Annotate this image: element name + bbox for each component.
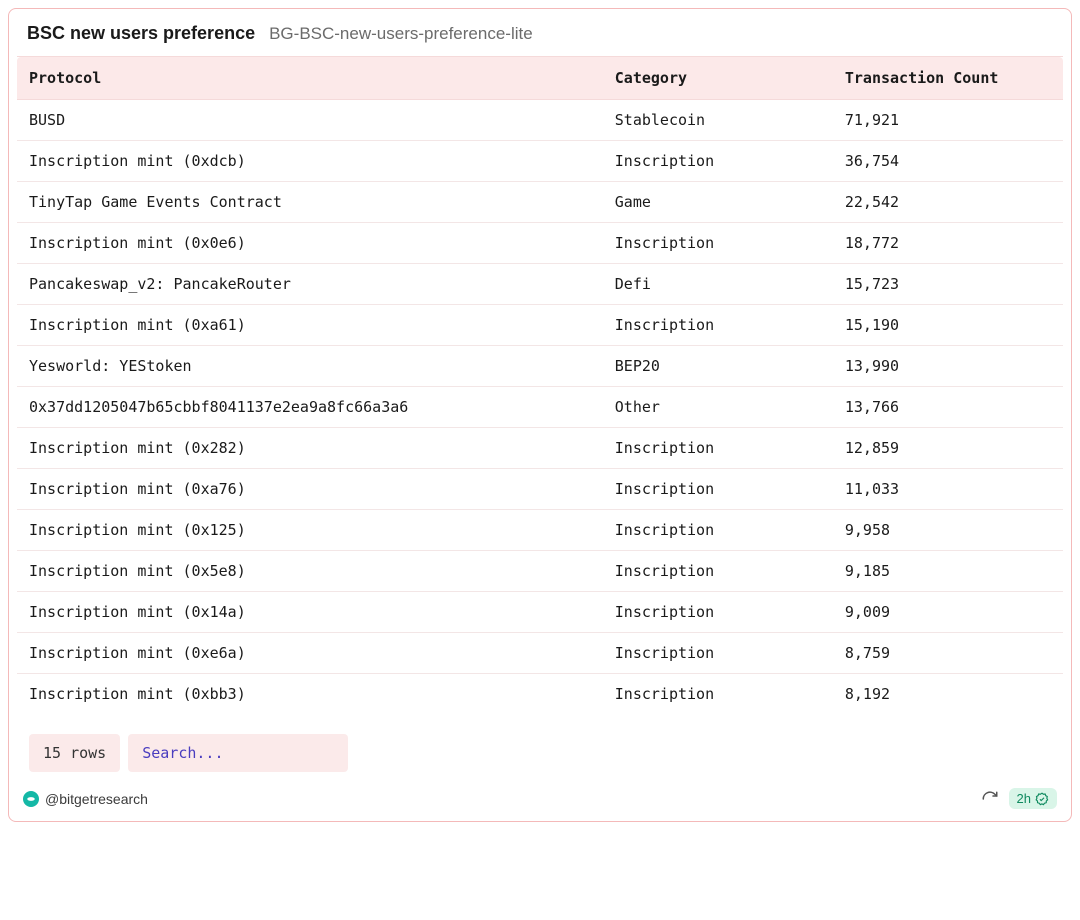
cell-count: 9,009 — [833, 592, 1063, 633]
refresh-icon[interactable] — [981, 790, 999, 808]
table-row: Inscription mint (0xa76)Inscription11,03… — [17, 469, 1063, 510]
card-header: BSC new users preference BG-BSC-new-user… — [9, 9, 1071, 56]
card-title: BSC new users preference — [27, 23, 255, 44]
cell-protocol: Inscription mint (0x282) — [17, 428, 603, 469]
cell-protocol: Pancakeswap_v2: PancakeRouter — [17, 264, 603, 305]
card-subtitle: BG-BSC-new-users-preference-lite — [269, 24, 533, 44]
cell-count: 36,754 — [833, 141, 1063, 182]
cell-count: 71,921 — [833, 100, 1063, 141]
col-header-protocol[interactable]: Protocol — [17, 57, 603, 100]
table-row: BUSDStablecoin71,921 — [17, 100, 1063, 141]
cell-category: Inscription — [603, 633, 833, 674]
cell-category: Inscription — [603, 592, 833, 633]
cell-count: 8,192 — [833, 674, 1063, 715]
col-header-count[interactable]: Transaction Count — [833, 57, 1063, 100]
cell-count: 12,859 — [833, 428, 1063, 469]
cell-count: 13,766 — [833, 387, 1063, 428]
cell-protocol: Inscription mint (0xbb3) — [17, 674, 603, 715]
search-input[interactable] — [128, 734, 348, 772]
query-card: BSC new users preference BG-BSC-new-user… — [8, 8, 1072, 822]
cell-protocol: Yesworld: YEStoken — [17, 346, 603, 387]
table-wrap: Protocol Category Transaction Count BUSD… — [9, 56, 1071, 782]
cell-protocol: Inscription mint (0xa61) — [17, 305, 603, 346]
table-row: Pancakeswap_v2: PancakeRouterDefi15,723 — [17, 264, 1063, 305]
cell-category: Inscription — [603, 469, 833, 510]
cell-category: Other — [603, 387, 833, 428]
cell-category: Defi — [603, 264, 833, 305]
cell-category: Inscription — [603, 428, 833, 469]
cell-count: 9,958 — [833, 510, 1063, 551]
table-footer: 15 rows — [17, 714, 1063, 782]
cell-category: BEP20 — [603, 346, 833, 387]
cell-protocol: Inscription mint (0xa76) — [17, 469, 603, 510]
cell-category: Inscription — [603, 223, 833, 264]
cell-protocol: 0x37dd1205047b65cbbf8041137e2ea9a8fc66a3… — [17, 387, 603, 428]
cell-protocol: Inscription mint (0xdcb) — [17, 141, 603, 182]
cell-protocol: Inscription mint (0x14a) — [17, 592, 603, 633]
table-row: Yesworld: YEStokenBEP2013,990 — [17, 346, 1063, 387]
table-row: Inscription mint (0x0e6)Inscription18,77… — [17, 223, 1063, 264]
cell-category: Inscription — [603, 141, 833, 182]
table-header-row: Protocol Category Transaction Count — [17, 57, 1063, 100]
table-row: Inscription mint (0x14a)Inscription9,009 — [17, 592, 1063, 633]
cell-count: 15,723 — [833, 264, 1063, 305]
row-count-badge: 15 rows — [29, 734, 120, 772]
table-row: 0x37dd1205047b65cbbf8041137e2ea9a8fc66a3… — [17, 387, 1063, 428]
table-row: Inscription mint (0xe6a)Inscription8,759 — [17, 633, 1063, 674]
table-row: Inscription mint (0x282)Inscription12,85… — [17, 428, 1063, 469]
cell-protocol: Inscription mint (0xe6a) — [17, 633, 603, 674]
footer-right: 2h — [981, 788, 1057, 809]
table-row: Inscription mint (0xbb3)Inscription8,192 — [17, 674, 1063, 715]
table-row: Inscription mint (0xa61)Inscription15,19… — [17, 305, 1063, 346]
cell-protocol: TinyTap Game Events Contract — [17, 182, 603, 223]
cell-count: 18,772 — [833, 223, 1063, 264]
cache-age-label: 2h — [1017, 791, 1031, 806]
cell-count: 8,759 — [833, 633, 1063, 674]
cell-protocol: Inscription mint (0x125) — [17, 510, 603, 551]
table-row: Inscription mint (0xdcb)Inscription36,75… — [17, 141, 1063, 182]
table-row: TinyTap Game Events ContractGame22,542 — [17, 182, 1063, 223]
cell-category: Game — [603, 182, 833, 223]
col-header-category[interactable]: Category — [603, 57, 833, 100]
cell-category: Stablecoin — [603, 100, 833, 141]
cell-count: 11,033 — [833, 469, 1063, 510]
cell-category: Inscription — [603, 305, 833, 346]
cell-count: 9,185 — [833, 551, 1063, 592]
cell-category: Inscription — [603, 551, 833, 592]
card-footer: @bitgetresearch 2h — [9, 782, 1071, 821]
cell-count: 15,190 — [833, 305, 1063, 346]
author-handle: @bitgetresearch — [45, 791, 148, 807]
cell-count: 22,542 — [833, 182, 1063, 223]
cell-count: 13,990 — [833, 346, 1063, 387]
cell-category: Inscription — [603, 510, 833, 551]
cell-protocol: Inscription mint (0x0e6) — [17, 223, 603, 264]
cell-protocol: BUSD — [17, 100, 603, 141]
author-link[interactable]: @bitgetresearch — [23, 791, 148, 807]
table-row: Inscription mint (0x125)Inscription9,958 — [17, 510, 1063, 551]
verified-icon — [1035, 792, 1049, 806]
author-avatar-icon — [23, 791, 39, 807]
cell-category: Inscription — [603, 674, 833, 715]
cell-protocol: Inscription mint (0x5e8) — [17, 551, 603, 592]
table-row: Inscription mint (0x5e8)Inscription9,185 — [17, 551, 1063, 592]
cache-age-badge[interactable]: 2h — [1009, 788, 1057, 809]
results-table: Protocol Category Transaction Count BUSD… — [17, 56, 1063, 714]
